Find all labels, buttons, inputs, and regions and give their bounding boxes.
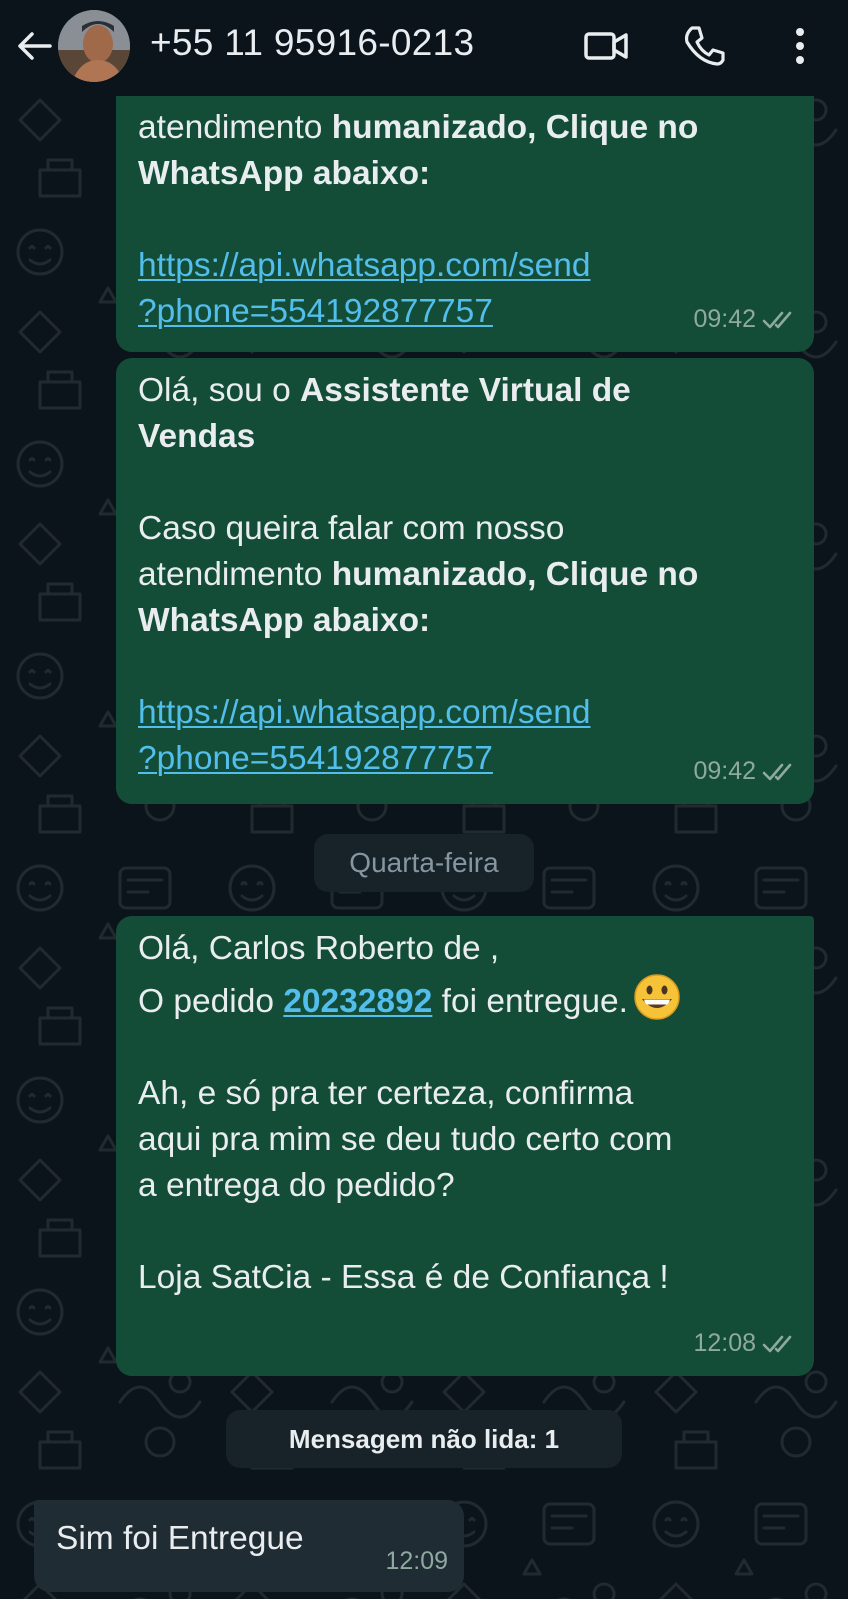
- message-line: aqui pra mim se deu tudo certo com: [138, 1121, 673, 1158]
- message-time: 12:09: [385, 1547, 448, 1575]
- chat-screen: +55 11 95916-0213 atendimento humanizado…: [0, 0, 848, 1599]
- more-vertical-icon[interactable]: [776, 22, 824, 70]
- unread-divider: Mensagem não lida: 1: [226, 1410, 622, 1468]
- message-line: WhatsApp abaixo:: [138, 602, 431, 639]
- order-number-link[interactable]: 20232892: [283, 983, 432, 1020]
- message-meta: 09:42: [693, 296, 796, 342]
- phone-icon[interactable]: [680, 22, 728, 70]
- message-meta: 12:09: [385, 1538, 448, 1584]
- message-line: Olá, sou o Assistente Virtual de: [138, 372, 631, 409]
- double-check-icon: [762, 1336, 792, 1353]
- double-check-icon: [762, 312, 792, 329]
- message-line: Olá, Carlos Roberto de ,: [138, 930, 500, 967]
- contact-avatar[interactable]: [58, 10, 130, 82]
- message-line: Loja SatCia - Essa é de Confiança !: [138, 1259, 669, 1296]
- message-bubble-outgoing[interactable]: Olá, Carlos Roberto de , O pedido 202328…: [116, 916, 814, 1376]
- date-divider: Quarta-feira: [314, 834, 534, 892]
- message-bubble-outgoing[interactable]: Olá, sou o Assistente Virtual de Vendas …: [116, 358, 814, 804]
- message-time: 09:42: [693, 757, 756, 785]
- contact-name[interactable]: +55 11 95916-0213: [150, 22, 474, 64]
- message-text: Sim foi Entregue: [56, 1520, 304, 1557]
- message-bubble-incoming[interactable]: Sim foi Entregue 12:09: [34, 1500, 464, 1592]
- message-time: 09:42: [693, 305, 756, 333]
- message-line: atendimento humanizado, Clique no: [138, 556, 699, 593]
- message-line: WhatsApp abaixo:: [138, 155, 431, 192]
- message-line: Vendas: [138, 418, 256, 455]
- message-meta: 09:42: [693, 748, 796, 794]
- avatar-image: [58, 10, 130, 82]
- message-line: a entrega do pedido?: [138, 1167, 455, 1204]
- message-link[interactable]: https://api.whatsapp.com/send: [138, 690, 792, 736]
- message-line: atendimento humanizado, Clique no: [138, 109, 699, 146]
- message-bubble-outgoing[interactable]: atendimento humanizado, Clique no WhatsA…: [116, 60, 814, 352]
- grinning-face-emoji: [634, 974, 680, 1020]
- message-line: Ah, e só pra ter certeza, confirma: [138, 1075, 634, 1112]
- arrow-left-icon[interactable]: [14, 26, 54, 66]
- message-meta: 12:08: [693, 1320, 796, 1366]
- message-time: 12:08: [693, 1329, 756, 1357]
- message-link[interactable]: https://api.whatsapp.com/send: [138, 243, 792, 289]
- chat-header: +55 11 95916-0213: [0, 0, 848, 96]
- double-check-icon: [762, 764, 792, 781]
- video-camera-icon[interactable]: [582, 22, 630, 70]
- message-line: O pedido 20232892 foi entregue.: [138, 972, 792, 1025]
- message-line: Caso queira falar com nosso: [138, 510, 565, 547]
